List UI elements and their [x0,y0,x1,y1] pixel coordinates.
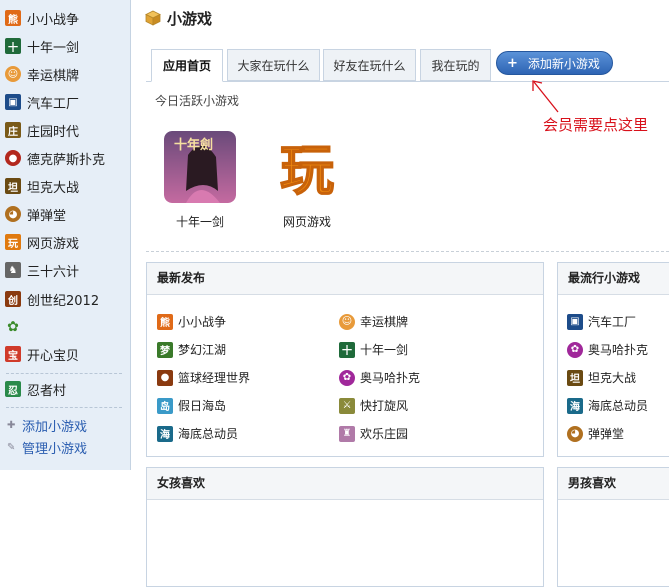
tab-my-games[interactable]: 我在玩的 [420,49,491,81]
flower-icon: ✿ [567,341,583,358]
list-item[interactable]: ✿ 奥马哈扑克 [339,369,420,386]
list-item[interactable]: 梦 梦幻江湖 [157,341,226,358]
tank-icon: 坦 [567,369,583,386]
sidebar-item-dandantang[interactable]: ◕ 弹弹堂 [5,204,66,224]
sidebar-item-zhuangyuan-shidai[interactable]: 庄 庄园时代 [5,120,79,140]
manage-games-link[interactable]: ✎ 管理小游戏 [7,438,87,457]
tank-icon: 坦 [5,178,21,194]
sidebar-item-sprout[interactable]: ✿ [5,317,27,337]
cow-icon: ♞ [5,262,21,278]
today-active-label: 今日活跃小游戏 [155,94,240,108]
baby-icon: 宝 [5,346,21,362]
plus-icon: + [507,55,518,71]
list-item[interactable]: ✿ 奥马哈扑克 [567,341,648,358]
latest-games-panel: 最新发布 熊 小小战争 ☺ 幸运棋牌 梦 梦幻江湖 十 十年一剑 ● 篮球经理世… [146,262,544,457]
list-item[interactable]: ⚔ 快打旋风 [339,397,408,414]
sidebar: 熊 小小战争 十 十年一剑 ☺ 幸运棋牌 ▣ 汽车工厂 庄 庄园时代 ● 德克萨… [0,0,131,470]
list-item[interactable]: 海 海底总动员 [567,397,648,414]
list-item[interactable]: 熊 小小战争 [157,313,226,330]
panel-title: 最新发布 [147,263,543,295]
popular-games-panel: 最流行小游戏 ▣ 汽车工厂 ✿ 奥马哈扑克 坦 坦克大战 海 海底总动员 ◕ 弹… [557,262,669,457]
sidebar-item-tanke-dazhan[interactable]: 坦 坦克大战 [5,176,79,196]
game-thumbnail: 玩 [271,131,343,203]
list-item[interactable]: ♜ 欢乐庄园 [339,425,408,442]
plus-icon: ✚ [7,420,16,431]
panel-title: 最流行小游戏 [558,263,669,295]
panel-title: 女孩喜欢 [147,468,543,500]
svg-text:玩: 玩 [280,139,334,202]
film-icon: ▣ [5,94,21,110]
list-item[interactable]: ▣ 汽车工厂 [567,313,636,330]
dog-icon: ◕ [5,206,21,222]
game-tile-shinian-yijian[interactable]: 十年劍 十年一剑 [155,131,245,230]
basketball-icon: ● [157,369,173,386]
genesis-icon: 创 [5,291,21,307]
ninja-icon: 忍 [5,381,21,397]
list-item[interactable]: 岛 假日海岛 [157,397,226,414]
sidebar-item-xingyun-qipai[interactable]: ☺ 幸运棋牌 [5,64,79,84]
annotation-text: 会员需要点这里 [543,116,649,134]
panel-title: 男孩喜欢 [558,468,669,500]
sidebar-item-qiche-gongchang[interactable]: ▣ 汽车工厂 [5,92,79,112]
face-icon: ☺ [339,313,355,330]
page-title: 小游戏 [167,10,213,28]
boys-like-panel: 男孩喜欢 [557,467,669,587]
sword-icon: 十 [5,38,21,54]
game-thumbnail: 十年劍 [164,131,236,203]
tab-everyone-playing[interactable]: 大家在玩什么 [227,49,320,81]
play-icon: 玩 [5,234,21,250]
sprout-icon: ✿ [7,319,19,335]
sidebar-item-kaixin-baobei[interactable]: 宝 开心宝贝 [5,344,79,364]
sidebar-item-renzhe-cun[interactable]: 忍 忍者村 [5,379,66,399]
swords-icon: ⚔ [339,397,355,414]
island-icon: 岛 [157,397,173,414]
soccer-icon: ● [5,150,21,166]
list-item[interactable]: ● 篮球经理世界 [157,369,250,386]
list-item[interactable]: ◕ 弹弹堂 [567,425,624,442]
face-icon: ☺ [5,66,21,82]
sidebar-divider [6,373,122,374]
sidebar-divider [6,407,122,408]
sidebar-item-shinian-yijian[interactable]: 十 十年一剑 [5,36,79,56]
list-item[interactable]: 十 十年一剑 [339,341,408,358]
sidebar-item-wangye-youxi[interactable]: 玩 网页游戏 [5,232,79,252]
wrench-icon: ✎ [7,442,16,453]
svg-text:十年劍: 十年劍 [174,137,213,153]
list-item[interactable]: 海 海底总动员 [157,425,238,442]
sidebar-item-xiaoxiao-zhanzheng[interactable]: 熊 小小战争 [5,8,79,28]
sea-icon: 海 [567,397,583,414]
hat-icon: 梦 [157,341,173,358]
section-divider [146,251,669,252]
bear-icon: 熊 [5,10,21,26]
box-icon [145,10,161,26]
sidebar-item-texas-poker[interactable]: ● 德克萨斯扑克 [5,148,105,168]
girls-like-panel: 女孩喜欢 [146,467,544,587]
sea-icon: 海 [157,425,173,442]
list-item[interactable]: 坦 坦克大战 [567,369,636,386]
tab-home[interactable]: 应用首页 [151,49,223,82]
sidebar-item-sanshiliu-ji[interactable]: ♞ 三十六计 [5,260,79,280]
add-game-link[interactable]: ✚ 添加小游戏 [7,416,87,435]
game-tile-wangye-youxi[interactable]: 玩 网页游戏 [262,131,352,230]
dog-icon: ◕ [567,425,583,442]
bear-icon: 熊 [157,313,173,330]
film-icon: ▣ [567,313,583,330]
castle-icon: ♜ [339,425,355,442]
add-new-game-button[interactable]: + 添加新小游戏 [496,51,613,75]
sword-icon: 十 [339,341,355,358]
manor-icon: 庄 [5,122,21,138]
tab-bar-divider [146,81,669,82]
list-item[interactable]: ☺ 幸运棋牌 [339,313,408,330]
annotation-arrow [532,80,559,113]
flower-icon: ✿ [339,369,355,386]
sidebar-item-chuangshiji[interactable]: 创 创世纪2012 [5,289,99,309]
tab-friends-playing[interactable]: 好友在玩什么 [323,49,416,81]
